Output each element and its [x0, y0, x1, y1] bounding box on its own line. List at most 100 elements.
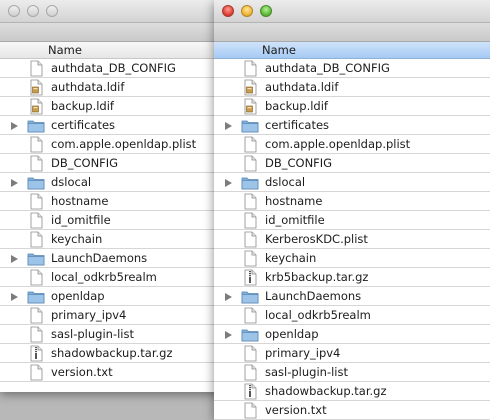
ldif-icon	[241, 79, 259, 96]
file-name: dslocal	[51, 175, 92, 189]
column-header[interactable]: Name	[214, 42, 490, 59]
file-list-row[interactable]: sasl-plugin-list	[214, 363, 490, 382]
document-icon	[241, 307, 259, 324]
document-icon	[27, 136, 45, 153]
file-name: openldap	[265, 327, 319, 341]
file-list-row[interactable]: KerberosKDC.plist	[214, 230, 490, 249]
folder-icon	[241, 326, 259, 343]
zoom-button[interactable]	[260, 5, 272, 17]
file-list-row[interactable]: version.txt	[214, 401, 490, 420]
file-name: LaunchDaemons	[51, 251, 148, 265]
file-list-row[interactable]: LaunchDaemons	[214, 287, 490, 306]
document-icon	[241, 193, 259, 210]
file-list-row[interactable]: hostname	[214, 192, 490, 211]
file-name: keychain	[265, 251, 317, 265]
document-icon	[27, 326, 45, 343]
document-icon	[241, 155, 259, 172]
window-controls	[222, 5, 272, 17]
disclosure-triangle-icon[interactable]	[225, 331, 232, 339]
file-name: DB_CONFIG	[265, 156, 333, 170]
disclosure-triangle-icon[interactable]	[225, 293, 232, 301]
ldif-icon	[27, 79, 45, 96]
file-name: authdata_DB_CONFIG	[265, 61, 390, 75]
disclosure-triangle-icon[interactable]	[11, 255, 18, 263]
document-icon	[27, 212, 45, 229]
file-list-row[interactable]: primary_ipv4	[214, 344, 490, 363]
finder-window-right: Name authdata_DB_CONFIG authdata.ldif back…	[214, 0, 490, 420]
disclosure-triangle-icon[interactable]	[225, 122, 232, 130]
file-name: authdata_DB_CONFIG	[51, 61, 176, 75]
title-bar[interactable]	[214, 0, 490, 23]
archive-icon	[27, 345, 45, 362]
folder-icon	[241, 288, 259, 305]
disclosure-triangle-icon[interactable]	[225, 179, 232, 187]
file-list-row[interactable]: shadowbackup.tar.gz	[214, 382, 490, 401]
document-icon	[27, 155, 45, 172]
document-icon	[241, 345, 259, 362]
file-name: backup.ldif	[51, 99, 114, 113]
folder-icon	[241, 117, 259, 134]
disclosure-triangle-icon[interactable]	[11, 122, 18, 130]
file-name: primary_ipv4	[265, 346, 341, 360]
file-name: local_odkrb5realm	[51, 270, 157, 284]
file-name: primary_ipv4	[51, 308, 127, 322]
file-name: openldap	[51, 289, 105, 303]
file-name: certificates	[51, 118, 116, 132]
document-icon	[241, 250, 259, 267]
document-icon	[241, 136, 259, 153]
document-icon	[241, 212, 259, 229]
file-name: shadowbackup.tar.gz	[51, 346, 173, 360]
file-name: KerberosKDC.plist	[265, 232, 368, 246]
file-name: hostname	[265, 194, 323, 208]
minimize-button[interactable]	[241, 5, 253, 17]
close-button[interactable]	[222, 5, 234, 17]
ldif-icon	[241, 98, 259, 115]
disclosure-triangle-icon[interactable]	[11, 179, 18, 187]
folder-icon	[27, 288, 45, 305]
file-name: certificates	[265, 118, 330, 132]
document-icon	[27, 364, 45, 381]
disclosure-triangle-icon[interactable]	[11, 293, 18, 301]
file-name: version.txt	[51, 365, 113, 379]
file-name: authdata.ldif	[265, 80, 339, 94]
file-list-row[interactable]: local_odkrb5realm	[214, 306, 490, 325]
file-name: keychain	[51, 232, 103, 246]
file-list-row[interactable]: com.apple.openldap.plist	[214, 135, 490, 154]
file-list-row[interactable]: openldap	[214, 325, 490, 344]
window-controls	[8, 5, 58, 17]
file-list-row[interactable]: authdata.ldif	[214, 78, 490, 97]
folder-icon	[27, 174, 45, 191]
file-list-row[interactable]: DB_CONFIG	[214, 154, 490, 173]
file-name: dslocal	[265, 175, 306, 189]
file-name: shadowbackup.tar.gz	[265, 384, 387, 398]
document-icon	[241, 402, 259, 419]
folder-icon	[27, 250, 45, 267]
document-icon	[27, 269, 45, 286]
file-name: id_omitfile	[51, 213, 111, 227]
name-column-header[interactable]: Name	[48, 43, 82, 57]
file-name: local_odkrb5realm	[265, 308, 371, 322]
minimize-button[interactable]	[27, 5, 39, 17]
file-list-row[interactable]: authdata_DB_CONFIG	[214, 59, 490, 78]
file-list-row[interactable]: certificates	[214, 116, 490, 135]
file-name: version.txt	[265, 403, 327, 417]
file-list-row[interactable]: dslocal	[214, 173, 490, 192]
archive-icon	[241, 383, 259, 400]
document-icon	[241, 231, 259, 248]
file-name: id_omitfile	[265, 213, 325, 227]
zoom-button[interactable]	[46, 5, 58, 17]
file-name: authdata.ldif	[51, 80, 125, 94]
file-name: LaunchDaemons	[265, 289, 362, 303]
file-name: DB_CONFIG	[51, 156, 119, 170]
file-name: backup.ldif	[265, 99, 328, 113]
name-column-header[interactable]: Name	[262, 43, 296, 57]
file-list-row[interactable]: keychain	[214, 249, 490, 268]
file-list-row[interactable]: krb5backup.tar.gz	[214, 268, 490, 287]
file-name: com.apple.openldap.plist	[51, 137, 197, 151]
file-list-row[interactable]: backup.ldif	[214, 97, 490, 116]
close-button[interactable]	[8, 5, 20, 17]
document-icon	[241, 60, 259, 77]
file-name: sasl-plugin-list	[51, 327, 134, 341]
file-name: krb5backup.tar.gz	[265, 270, 369, 284]
file-list-row[interactable]: id_omitfile	[214, 211, 490, 230]
